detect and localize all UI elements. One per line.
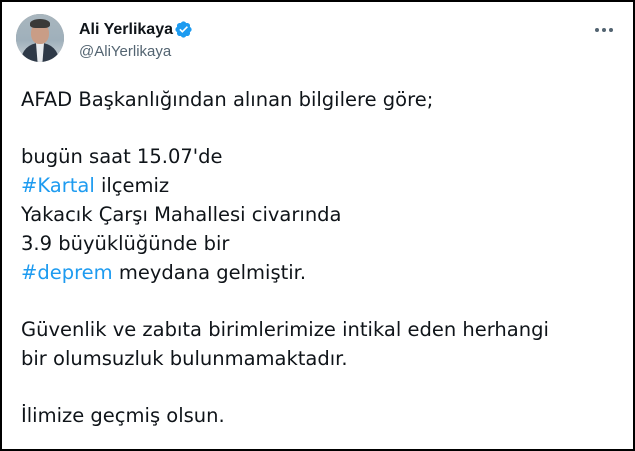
tweet-text: AFAD Başkanlığından alınan bilgilere gör… [21, 85, 617, 430]
hashtag-link-kartal[interactable]: #Kartal [21, 174, 95, 197]
verified-badge-icon [175, 21, 192, 38]
hashtag-link-deprem[interactable]: #deprem [21, 261, 113, 284]
tweet-line-rest: meydana gelmiştir. [112, 261, 307, 284]
tweet-line: bir olumsuzluk bulunmamaktadır. [21, 347, 348, 370]
tweet-line: 3.9 büyüklüğünde bir [21, 232, 230, 255]
tweet-line: #deprem meydana gelmiştir. [21, 258, 617, 287]
more-horizontal-icon[interactable] [594, 25, 614, 35]
tweet-line: AFAD Başkanlığından alınan bilgilere gör… [21, 88, 434, 111]
tweet-line: bugün saat 15.07'de [21, 145, 223, 168]
tweet-line: İlimize geçmiş olsun. [21, 404, 225, 427]
avatar-hair [30, 19, 50, 28]
tweet-line: Yakacık Çarşı Mahallesi civarında [21, 203, 342, 226]
user-handle[interactable]: @AliYerlikaya [79, 42, 171, 62]
tweet-line: #Kartal ilçemiz [21, 171, 617, 200]
tweet-line-rest: ilçemiz [94, 174, 170, 197]
tweet-card: Ali Yerlikaya @AliYerlikaya AFAD Başkanl… [0, 0, 635, 451]
tweet-line: Güvenlik ve zabıta birimlerimize intikal… [21, 318, 549, 341]
avatar[interactable] [16, 14, 64, 62]
display-name[interactable]: Ali Yerlikaya [79, 20, 173, 40]
